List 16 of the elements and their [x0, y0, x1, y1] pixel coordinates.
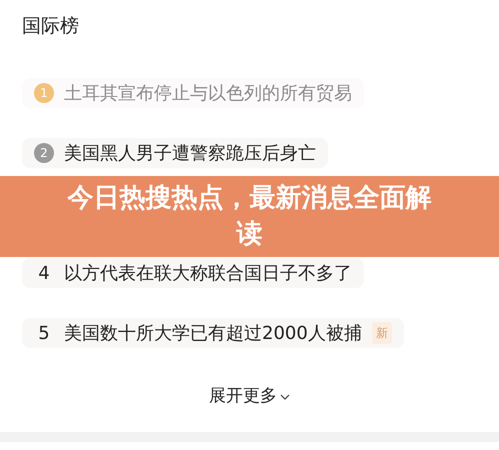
item-title: 土耳其宣布停止与以色列的所有贸易 [64, 82, 352, 106]
rank-number: 5 [37, 322, 51, 346]
list-item[interactable]: 2 美国黑人男子遭警察跪压后身亡 [22, 138, 328, 168]
chevron-down-icon [280, 394, 290, 400]
section-title: 国际榜 [21, 14, 80, 39]
rank-medal: 2 [34, 143, 54, 163]
expand-more-button[interactable]: 展开更多 [209, 384, 290, 410]
rank-number: 4 [37, 262, 51, 286]
banner-headline: 今日热搜热点，最新消息全面解读 [66, 182, 432, 250]
item-title: 以方代表在联大称联合国日子不多了 [64, 262, 352, 286]
new-tag: 新 [372, 322, 392, 344]
item-title: 美国黑人男子遭警察跪压后身亡 [64, 142, 316, 166]
list-item[interactable]: 5 美国数十所大学已有超过2000人被捕 新 [22, 318, 404, 348]
rank-medal: 1 [34, 83, 54, 103]
item-title: 美国数十所大学已有超过2000人被捕 [64, 322, 362, 346]
list-item[interactable]: 4 以方代表在联大称联合国日子不多了 [22, 258, 364, 288]
